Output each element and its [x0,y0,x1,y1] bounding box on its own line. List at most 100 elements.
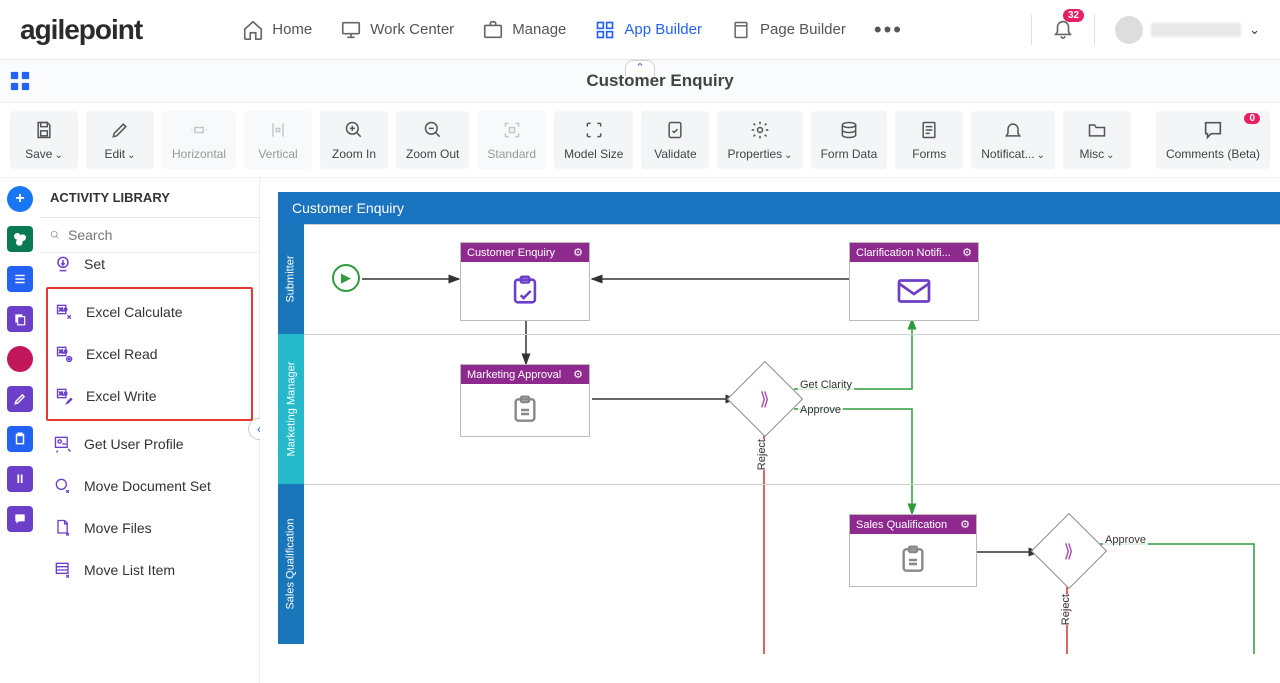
rail-text[interactable]: II [7,466,33,492]
form-data-button[interactable]: Form Data [811,111,888,169]
notifications-bell[interactable]: 32 [1052,17,1074,42]
excel-write-icon: XLS [54,385,76,407]
monitor-icon [340,19,362,41]
nav-page-builder[interactable]: Page Builder [730,19,846,41]
activity-excel-calculate[interactable]: XLS Excel Calculate [48,291,251,333]
user-menu[interactable]: ⌄ [1115,16,1260,44]
comments-button[interactable]: 0 Comments (Beta) [1156,111,1270,169]
comments-icon [1202,119,1224,141]
apps-icon[interactable] [0,70,40,92]
node-title: Clarification Notifi... [856,247,951,259]
avatar [1115,16,1143,44]
move-files-icon [52,517,74,539]
zoom-in-label: Zoom In [332,147,376,161]
zoom-out-button[interactable]: Zoom Out [396,111,469,169]
clipboard-icon [897,544,929,576]
rail-document[interactable] [7,266,33,292]
excel-read-icon: XLS [54,343,76,365]
activity-get-user-profile[interactable]: Get User Profile [46,423,253,465]
svg-text:XLS: XLS [59,307,67,312]
gear-icon[interactable]: ⚙ [573,368,583,381]
gear-icon [750,119,770,141]
forms-button[interactable]: Forms [895,111,963,169]
zoom-out-icon [423,119,443,141]
standard-button[interactable]: Standard [477,111,546,169]
misc-label: Misc [1079,147,1104,161]
collapse-chevron-up[interactable]: ⌃ [625,60,655,76]
nav-more[interactable]: ••• [874,17,903,43]
nav-app-builder[interactable]: App Builder [594,19,702,41]
gear-icon[interactable]: ⚙ [573,246,583,259]
activity-move-files[interactable]: Move Files [46,507,253,549]
node-customer-enquiry[interactable]: Customer Enquiry ⚙ [460,242,590,321]
activity-library-header: ACTIVITY LIBRARY [40,178,259,218]
excel-highlight-box: XLS Excel Calculate XLS Excel Read XLS E… [46,287,253,421]
logo: agilepoint [20,14,142,46]
save-button[interactable]: Save⌄ [10,111,78,169]
database-icon [839,119,859,141]
activity-label: Get User Profile [84,436,184,452]
horizontal-icon [189,119,209,141]
form-data-label: Form Data [821,147,878,161]
rail-copy[interactable] [7,306,33,332]
nav-work-center-label: Work Center [370,21,454,38]
page-icon [730,19,752,41]
rail-clipboard[interactable] [7,426,33,452]
activity-list: Set XLS Excel Calculate XLS Excel Read X… [40,253,259,601]
rail-chat[interactable] [7,506,33,532]
rail-connector[interactable] [7,346,33,372]
activity-excel-read[interactable]: XLS Excel Read [48,333,251,375]
gear-icon[interactable]: ⚙ [960,518,970,531]
nav-manage[interactable]: Manage [482,19,566,41]
activity-move-list-item[interactable]: Move List Item [46,549,253,591]
rail-edit[interactable] [7,386,33,412]
activity-label: Set [84,256,105,272]
page-title: Customer Enquiry [40,71,1280,91]
model-size-button[interactable]: Model Size [554,111,633,169]
horizontal-button[interactable]: Horizontal [162,111,236,169]
rail-sharepoint[interactable] [7,226,33,252]
node-title: Customer Enquiry [467,247,555,259]
horizontal-label: Horizontal [172,147,226,161]
activity-search [40,218,259,253]
edge-label-reject2: Reject [1058,594,1074,625]
chevron-down-icon: ⌄ [1249,22,1260,38]
properties-button[interactable]: Properties⌄ [717,111,802,169]
activity-label: Move List Item [84,562,175,578]
activity-download-doc-set[interactable]: Set [46,253,253,285]
vertical-button[interactable]: Vertical [244,111,312,169]
validate-icon [665,119,685,141]
rail-add-button[interactable]: + [7,186,33,212]
notifications-button[interactable]: Notificat...⌄ [971,111,1055,169]
activity-label: Move Document Set [84,478,211,494]
start-node[interactable]: ▶ [332,264,360,292]
zoom-in-button[interactable]: Zoom In [320,111,388,169]
divider [1094,15,1095,45]
divider [1031,15,1032,45]
validate-button[interactable]: Validate [641,111,709,169]
nav-page-builder-label: Page Builder [760,21,846,38]
gear-icon[interactable]: ⚙ [962,246,972,259]
forms-label: Forms [912,147,946,161]
node-sales-qualification[interactable]: Sales Qualification⚙ [849,514,977,587]
search-icon [50,226,60,244]
nav-home[interactable]: Home [242,19,312,41]
node-clarification-notification[interactable]: Clarification Notifi... ⚙ [849,242,979,321]
node-marketing-approval[interactable]: Marketing Approval⚙ [460,364,590,437]
edge-label-approve: Approve [798,404,843,416]
swimlane-submitter: Submitter [278,224,1280,334]
svg-text:XLS: XLS [59,349,67,354]
process-canvas: Customer Enquiry [260,178,1280,683]
activity-label: Excel Calculate [86,304,183,320]
activity-excel-write[interactable]: XLS Excel Write [48,375,251,417]
swimlane-sales: Sales Qualification [278,484,1280,644]
activity-move-document-set[interactable]: Move Document Set [46,465,253,507]
edit-button[interactable]: Edit⌄ [86,111,154,169]
nav-work-center[interactable]: Work Center [340,19,454,41]
misc-button[interactable]: Misc⌄ [1063,111,1131,169]
standard-label: Standard [487,147,536,161]
model-size-icon [584,119,604,141]
search-input[interactable] [68,227,249,243]
grid-icon [594,19,616,41]
main-area: + II ACTIVITY LIBRARY Set XLS Excel Calc… [0,178,1280,683]
